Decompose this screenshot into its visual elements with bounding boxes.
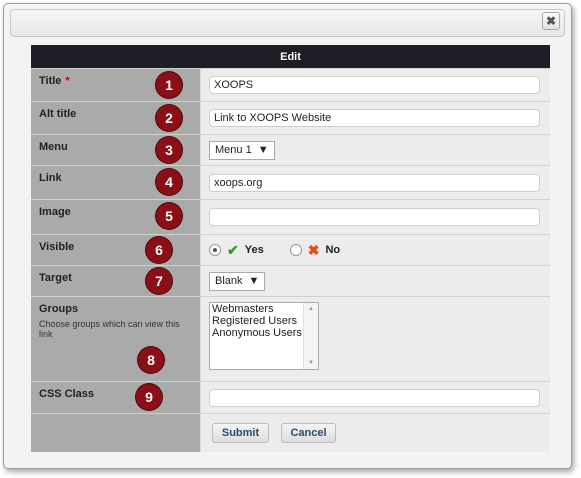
edit-dialog: ✖ Edit Title * 1 XOOPS Alt title 2 Link t… [3, 3, 572, 469]
row-visible: Visible 6 ✔ Yes ✖ No [31, 234, 550, 265]
callout-badge-1: 1 [156, 72, 182, 98]
row-css-class: CSS Class 9 [31, 381, 550, 413]
scroll-up-icon[interactable]: ▲ [304, 306, 318, 312]
callout-badge-2: 2 [156, 105, 182, 131]
row-menu: Menu 3 Menu 1 ▼ [31, 134, 550, 165]
value-cell-target: Blank ▼ [201, 266, 550, 296]
visible-no-label: No [325, 244, 341, 256]
callout-badge-6: 6 [146, 237, 172, 263]
row-title: Title * 1 XOOPS [31, 68, 550, 101]
scroll-down-icon[interactable]: ▼ [304, 360, 318, 366]
callout-badge-9: 9 [136, 384, 162, 410]
callout-badge-5: 5 [156, 203, 182, 229]
check-icon: ✔ [227, 241, 239, 258]
link-input[interactable]: xoops.org [209, 173, 540, 192]
value-cell-css-class [201, 382, 550, 413]
menu-select-value: Menu 1 [215, 144, 252, 156]
label-cell-alt-title: Alt title 2 [31, 102, 201, 134]
groups-option[interactable]: Registered Users [210, 315, 318, 327]
row-groups: Groups Choose groups which can view this… [31, 296, 550, 381]
row-buttons: Submit Cancel [31, 413, 550, 452]
dialog-titlebar[interactable]: ✖ [10, 9, 565, 37]
value-cell-buttons: Submit Cancel [201, 414, 550, 452]
row-image: Image 5 [31, 199, 550, 234]
visible-label: Visible [39, 241, 75, 253]
value-cell-visible: ✔ Yes ✖ No [201, 235, 550, 265]
cancel-button[interactable]: Cancel [281, 423, 336, 443]
groups-label: Groups [39, 303, 79, 315]
row-target: Target 7 Blank ▼ [31, 265, 550, 296]
label-cell-css-class: CSS Class 9 [31, 382, 201, 413]
groups-option[interactable]: Webmasters [210, 303, 318, 315]
row-alt-title: Alt title 2 Link to XOOPS Website [31, 101, 550, 134]
groups-scrollbar[interactable]: ▲ ▼ [303, 303, 318, 369]
visible-no-radio[interactable] [289, 244, 302, 256]
triangle-down-icon: ▼ [248, 275, 260, 287]
close-button[interactable]: ✖ [542, 12, 560, 30]
close-icon: ✖ [545, 14, 557, 28]
value-cell-link: xoops.org [201, 166, 550, 199]
groups-help: Choose groups which can view this link [39, 319, 180, 339]
link-label: Link [39, 172, 62, 184]
callout-badge-3: 3 [156, 137, 182, 163]
visible-yes-radio[interactable] [209, 244, 221, 256]
triangle-down-icon: ▼ [257, 144, 269, 156]
value-cell-title: XOOPS [201, 69, 550, 101]
value-cell-groups: Webmasters Registered Users Anonymous Us… [201, 297, 550, 381]
callout-badge-7: 7 [146, 268, 172, 294]
target-label: Target [39, 272, 72, 284]
submit-button[interactable]: Submit [212, 423, 269, 443]
alt-title-label: Alt title [39, 108, 77, 120]
css-class-input[interactable] [209, 388, 540, 407]
groups-listbox[interactable]: Webmasters Registered Users Anonymous Us… [209, 302, 319, 370]
image-label: Image [39, 206, 71, 218]
form-header: Edit [31, 45, 550, 68]
visible-yes-label: Yes [244, 244, 264, 256]
css-class-label: CSS Class [39, 388, 95, 400]
groups-option[interactable]: Anonymous Users [210, 327, 318, 339]
target-select-value: Blank [215, 275, 243, 287]
menu-select[interactable]: Menu 1 ▼ [209, 140, 275, 160]
label-cell-image: Image 5 [31, 200, 201, 234]
target-select[interactable]: Blank ▼ [209, 271, 265, 291]
title-label: Title [39, 75, 62, 87]
form-header-title: Edit [280, 50, 301, 63]
value-cell-alt-title: Link to XOOPS Website [201, 102, 550, 134]
value-cell-image [201, 200, 550, 234]
label-cell-menu: Menu 3 [31, 135, 201, 165]
row-link: Link 4 xoops.org [31, 165, 550, 199]
alt-title-input[interactable]: Link to XOOPS Website [209, 109, 540, 127]
label-cell-groups: Groups Choose groups which can view this… [31, 297, 201, 381]
required-mark: * [65, 75, 70, 87]
label-cell-title: Title * 1 [31, 69, 201, 101]
menu-label: Menu [39, 141, 68, 153]
edit-form: Edit Title * 1 XOOPS Alt title 2 Link to … [31, 45, 550, 452]
title-input[interactable]: XOOPS [209, 76, 540, 94]
label-cell-link: Link 4 [31, 166, 201, 199]
cross-icon: ✖ [307, 241, 320, 258]
callout-badge-8: 8 [138, 347, 164, 373]
callout-badge-4: 4 [156, 169, 182, 195]
image-input[interactable] [209, 208, 540, 226]
label-cell-visible: Visible 6 [31, 235, 201, 265]
label-cell-target: Target 7 [31, 266, 201, 296]
value-cell-menu: Menu 1 ▼ [201, 135, 550, 165]
label-cell-buttons [31, 414, 201, 452]
